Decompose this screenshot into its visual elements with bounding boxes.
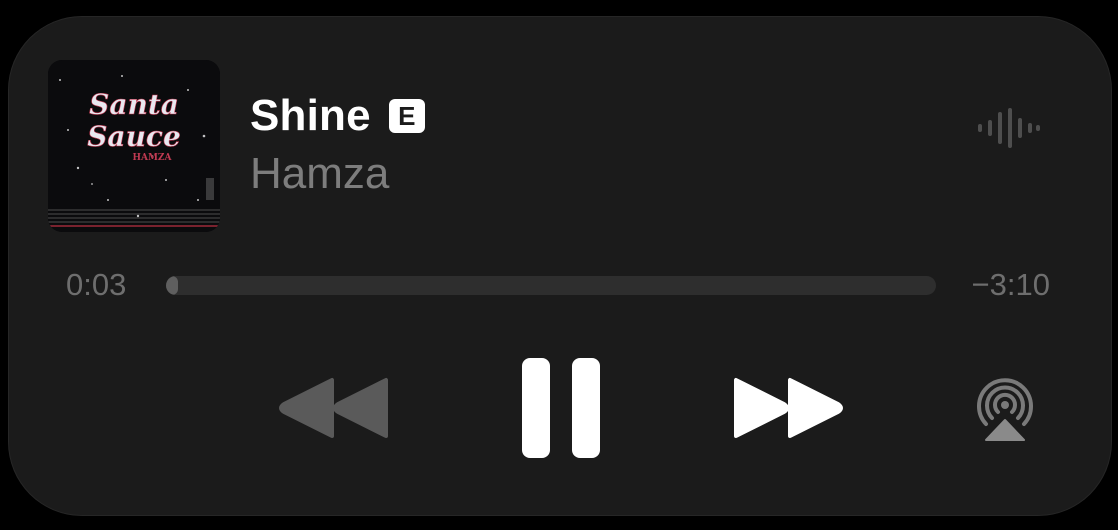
fast-forward-button[interactable] [730,372,844,444]
progress-fill [166,276,178,295]
progress-scrubber[interactable] [166,276,936,295]
track-title[interactable]: Shine [250,90,371,142]
pause-button[interactable] [516,356,606,460]
now-playing-widget: Santa Sauce HAMZA Shine E Hamza 0:03 −3:… [8,16,1112,516]
artwork-text-line3: HAMZA [132,153,172,163]
airplay-button[interactable] [970,374,1040,444]
track-title-row: Shine E [250,90,425,142]
remaining-time: −3:10 [971,267,1050,302]
elapsed-time: 0:03 [66,267,127,302]
artist-name[interactable]: Hamza [250,148,389,200]
waveform-icon [976,106,1040,150]
rewind-button[interactable] [278,372,392,444]
artwork-text-line2: Sauce [87,120,181,153]
fast-forward-icon [734,378,843,438]
artwork-text-line1: Santa [89,88,179,121]
pause-icon [522,358,600,458]
explicit-badge: E [388,99,425,133]
album-artwork[interactable]: Santa Sauce HAMZA [48,60,220,232]
airplay-audio-icon [977,378,1033,441]
rewind-icon [279,378,388,438]
album-artwork-image: Santa Sauce HAMZA [48,60,220,232]
